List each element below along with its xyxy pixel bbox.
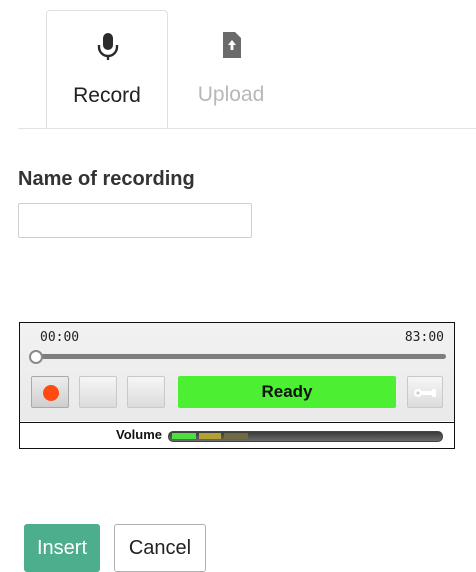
tab-bar: Record Upload <box>0 0 476 130</box>
audio-recorder: 00:00 83:00 Ready Volume <box>19 322 455 449</box>
tab-upload[interactable]: Upload <box>170 10 292 129</box>
status-indicator: Ready <box>178 376 396 408</box>
volume-level-yellow <box>199 433 221 439</box>
volume-label: Volume <box>116 427 162 442</box>
insert-button[interactable]: Insert <box>24 524 100 572</box>
settings-wrench-icon <box>414 389 436 397</box>
volume-meter <box>168 431 443 442</box>
recorder-controls-area: 00:00 83:00 Ready <box>20 323 454 421</box>
recording-name-input[interactable] <box>18 203 252 238</box>
cancel-button[interactable]: Cancel <box>114 524 206 572</box>
elapsed-time: 00:00 <box>40 330 80 345</box>
play-button[interactable] <box>79 376 117 408</box>
progress-knob[interactable] <box>29 350 43 364</box>
name-of-recording-label: Name of recording <box>18 168 195 190</box>
stop-button[interactable] <box>127 376 165 408</box>
microphone-icon <box>97 33 119 60</box>
recorder-divider <box>20 422 454 423</box>
record-button[interactable] <box>31 376 69 408</box>
upload-file-icon <box>223 32 241 58</box>
settings-button[interactable] <box>407 376 443 408</box>
tab-record[interactable]: Record <box>46 10 168 129</box>
volume-level-dim <box>224 433 248 439</box>
volume-level-green <box>172 433 196 439</box>
tab-divider <box>18 128 476 129</box>
max-time: 83:00 <box>404 330 444 345</box>
tab-upload-label: Upload <box>197 83 265 106</box>
tab-record-label: Record <box>73 84 141 107</box>
progress-track[interactable] <box>34 354 446 359</box>
record-icon <box>43 385 59 401</box>
